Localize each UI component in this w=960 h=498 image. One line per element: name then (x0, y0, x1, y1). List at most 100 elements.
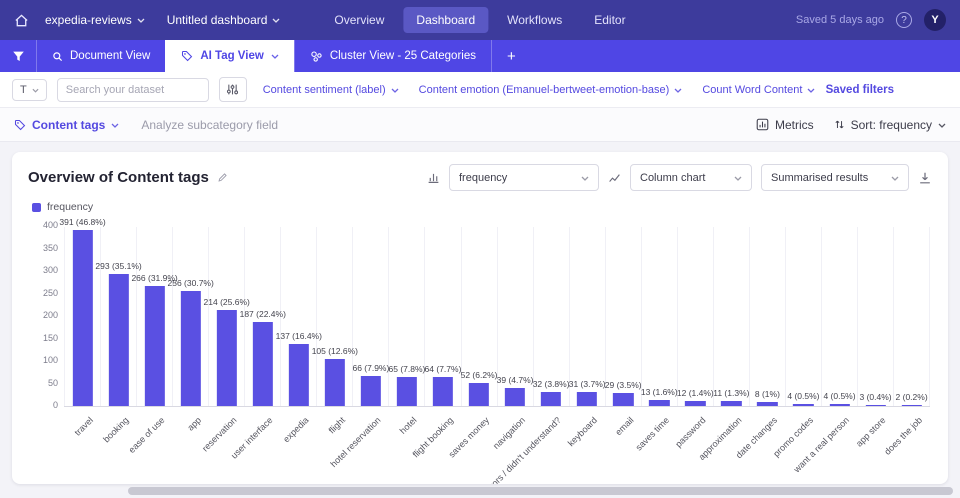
analyze-subcategory-field[interactable]: Analyze subcategory field (141, 118, 278, 132)
view-tabs: Document View AI Tag View Cluster View - 2… (36, 40, 491, 72)
bar-expedia[interactable] (289, 344, 309, 406)
chart-category-cell: 187 (22.4%)user interface (245, 227, 281, 406)
column-dropdown-content-sentiment-label[interactable]: Content sentiment (label) (263, 84, 399, 96)
chevron-down-icon (272, 18, 280, 23)
tag-icon (181, 50, 193, 62)
avatar[interactable]: Y (924, 9, 946, 31)
bar-value-label: 4 (0.5%) (823, 392, 855, 401)
chart-category-cell: 3 (0.4%)app store (858, 227, 894, 406)
filter-settings-button[interactable] (219, 77, 247, 102)
filter-funnel-icon[interactable] (0, 40, 36, 72)
bar-app[interactable] (181, 291, 201, 406)
tab-document-view[interactable]: Document View (36, 40, 165, 72)
bar-value-label: 29 (3.5%) (605, 381, 642, 390)
topbar-right: Saved 5 days ago ? Y (796, 9, 946, 31)
column-dropdown-count-word-content[interactable]: Count Word Content (702, 84, 815, 96)
chart-category-cell: 13 (1.6%)saves time (642, 227, 678, 406)
bar-value-label: 4 (0.5%) (787, 392, 819, 401)
bar-password[interactable] (685, 401, 705, 406)
tab-label: AI Tag View (200, 50, 263, 62)
bar-hotel-reservation[interactable] (361, 376, 381, 406)
x-axis-label: password (673, 415, 707, 449)
bar-does-the-job[interactable] (901, 405, 921, 406)
tab-cluster-view-25-categories[interactable]: Cluster View - 25 Categories (294, 40, 491, 72)
bar-keyboard[interactable] (577, 392, 597, 406)
bar-hotel[interactable] (397, 377, 417, 406)
bar-reservation[interactable] (217, 310, 237, 406)
topbar-nav: OverviewDashboardWorkflowsEditor (321, 7, 638, 33)
bar-travel[interactable] (72, 230, 92, 406)
bar-want-a-real-person[interactable] (829, 404, 849, 406)
search-input[interactable] (57, 78, 209, 102)
chevron-down-icon (891, 176, 899, 181)
subheader-right: Metrics Sort: frequency (756, 118, 946, 132)
nav-editor[interactable]: Editor (581, 7, 638, 33)
main-content: Overview of Content tags frequency Colum… (0, 142, 960, 498)
x-axis-label: flight (326, 415, 347, 436)
metrics-label: Metrics (775, 118, 814, 132)
x-axis-label: saves time (634, 415, 671, 452)
bar-bugs-errors-didn-t-understand[interactable] (541, 392, 561, 406)
results-select-value: Summarised results (771, 172, 868, 184)
bar-saves-money[interactable] (469, 383, 489, 406)
chart-type-select[interactable]: Column chart (630, 164, 752, 191)
x-axis-label: hotel (398, 415, 419, 436)
add-view-button[interactable]: + (491, 40, 531, 72)
bar-booking[interactable] (108, 274, 128, 406)
bar-saves-time[interactable] (649, 400, 669, 406)
view-tabbar: Document View AI Tag View Cluster View - 2… (0, 40, 960, 72)
chevron-down-icon (111, 123, 119, 128)
bar-ease-of-use[interactable] (144, 286, 164, 406)
x-axis-label: keyboard (566, 415, 599, 448)
bar-flight-booking[interactable] (433, 377, 453, 406)
chart-cells: 391 (46.8%)travel293 (35.1%)booking266 (… (64, 227, 930, 406)
text-field-selector[interactable]: T (12, 79, 47, 101)
bar-value-label: 3 (0.4%) (859, 393, 891, 402)
topbar: expedia-reviews Untitled dashboard Overv… (0, 0, 960, 40)
nav-dashboard[interactable]: Dashboard (403, 7, 488, 33)
dropdown-label: Count Word Content (702, 84, 802, 96)
bar-user-interface[interactable] (253, 322, 273, 406)
chevron-down-icon (938, 123, 946, 128)
bar-email[interactable] (613, 393, 633, 406)
dashboard-selector[interactable]: Untitled dashboard (167, 13, 281, 27)
text-field-selector-label: T (20, 84, 27, 96)
bar-value-label: 31 (3.7%) (569, 380, 606, 389)
help-icon[interactable]: ? (896, 12, 912, 28)
bar-flight[interactable] (325, 359, 345, 406)
x-axis-label: navigation (491, 415, 527, 451)
column-dropdown-content-emotion-emanuel-bertweet-emotion-base[interactable]: Content emotion (Emanuel-bertweet-emotio… (419, 84, 683, 96)
chart-category-cell: 29 (3.5%)email (606, 227, 642, 406)
metric-select[interactable]: frequency (449, 164, 599, 191)
download-icon[interactable] (918, 171, 932, 185)
chart-category-cell: 11 (1.3%)approximation (714, 227, 750, 406)
tab-ai-tag-view[interactable]: AI Tag View (165, 40, 293, 72)
bar-navigation[interactable] (505, 388, 525, 406)
workspace-selector[interactable]: expedia-reviews (45, 13, 145, 27)
nav-overview[interactable]: Overview (321, 7, 397, 33)
bar-approximation[interactable] (721, 401, 741, 406)
chart-category-cell: 105 (12.6%)flight (317, 227, 353, 406)
y-axis-tick-label: 0 (28, 401, 58, 410)
bar-value-label: 105 (12.6%) (312, 347, 358, 356)
chart-category-cell: 12 (1.4%)password (678, 227, 714, 406)
metrics-button[interactable]: Metrics (756, 118, 814, 132)
results-select[interactable]: Summarised results (761, 164, 909, 191)
column-dropdowns: Content sentiment (label) Content emotion… (263, 84, 816, 96)
bar-app-store[interactable] (865, 405, 885, 406)
saved-filters-button[interactable]: Saved filters (826, 84, 894, 96)
bar-value-label: 66 (7.9%) (352, 364, 389, 373)
y-axis-tick-label: 300 (28, 266, 58, 275)
line-chart-icon (608, 171, 621, 184)
edit-title-icon[interactable] (217, 172, 228, 183)
home-icon[interactable] (14, 13, 29, 28)
nav-workflows[interactable]: Workflows (494, 7, 575, 33)
sort-button[interactable]: Sort: frequency (834, 118, 946, 132)
chart-category-cell: 66 (7.9%)hotel reservation (353, 227, 389, 406)
content-tags-selector[interactable]: Content tags (14, 118, 119, 132)
chart-plot: 391 (46.8%)travel293 (35.1%)booking266 (… (64, 227, 930, 407)
bar-promo-codes[interactable] (793, 404, 813, 406)
card-title: Overview of Content tags (28, 169, 209, 186)
horizontal-scrollbar[interactable] (128, 487, 953, 495)
bar-date-changes[interactable] (757, 402, 777, 406)
